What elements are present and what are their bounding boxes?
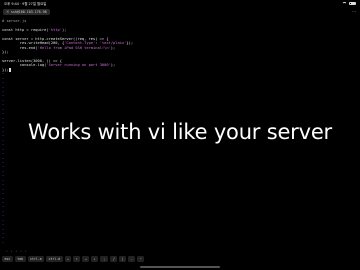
more-icon[interactable]: ··· (352, 10, 356, 14)
empty-line-tilde: ~ (2, 240, 5, 245)
key-right-5[interactable]: / (110, 256, 118, 262)
status-time: 오후 9:44 · 9월 27일 월요일 (4, 2, 47, 6)
keyboard-accessory-bar: esc tab ctrl-a ctrl-d ← ↑ → ↓ ⋮ / | - ~ (2, 255, 358, 263)
caption-overlay: Works with vi like your server (27, 120, 332, 144)
home-indicator (140, 266, 220, 268)
key-left-3[interactable]: ctrl-d (46, 256, 63, 262)
key-right-6[interactable]: | (119, 256, 127, 262)
key-right-2[interactable]: → (82, 256, 90, 262)
key-right-7[interactable]: - (128, 256, 136, 262)
tab-ssh-session[interactable]: × ssh@100.103.176.98 (3, 9, 50, 15)
key-left-0[interactable]: esc (2, 256, 13, 262)
key-right-0[interactable]: ← (64, 256, 72, 262)
wifi-icon (342, 1, 347, 6)
battery-icon (349, 1, 356, 6)
key-left-1[interactable]: tab (14, 256, 26, 262)
tab-bar: × ssh@100.103.176.98 ··· (0, 8, 360, 17)
key-right-1[interactable]: ↑ (73, 256, 81, 262)
page-indicator: • • • • • (6, 249, 28, 253)
close-icon[interactable]: × (6, 10, 9, 14)
tab-label: ssh@100.103.176.98 (10, 10, 47, 14)
status-bar: 오후 9:44 · 9월 27일 월요일 (0, 0, 360, 8)
key-right-3[interactable]: ↓ (91, 256, 99, 262)
key-right-4[interactable]: ⋮ (100, 256, 109, 262)
key-left-2[interactable]: ctrl-a (27, 256, 45, 262)
status-icons (342, 1, 356, 6)
text-cursor (8, 67, 11, 72)
key-right-8[interactable]: ~ (137, 256, 145, 262)
